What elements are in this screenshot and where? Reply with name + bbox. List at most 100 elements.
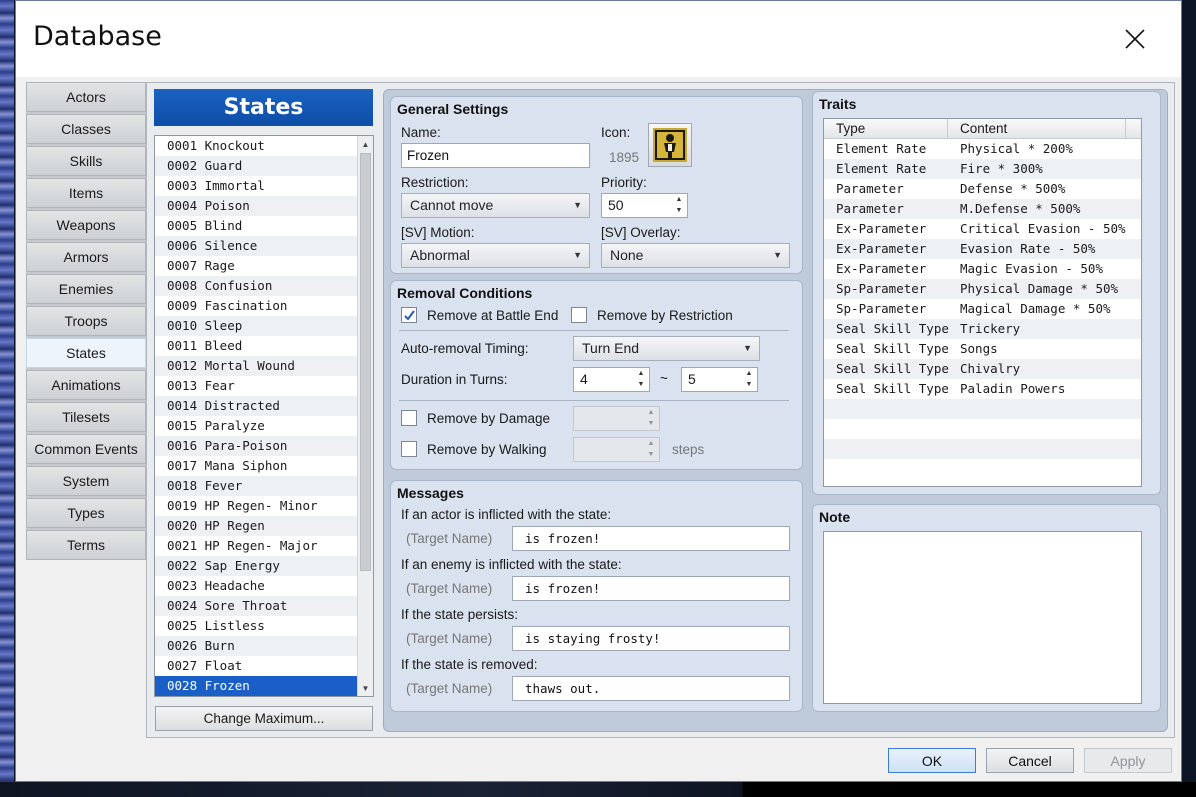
state-list-item[interactable]: 0007 Rage bbox=[155, 256, 373, 276]
list-scrollbar[interactable]: ▲ ▼ bbox=[357, 136, 373, 696]
duration-min-spinner[interactable]: 4 ▲ ▼ bbox=[573, 367, 650, 392]
category-states[interactable]: States bbox=[26, 338, 146, 368]
category-enemies[interactable]: Enemies bbox=[26, 274, 146, 304]
name-input[interactable]: Frozen bbox=[401, 143, 590, 168]
note-textarea[interactable] bbox=[823, 531, 1142, 704]
state-list-item[interactable]: 0020 HP Regen bbox=[155, 516, 373, 536]
trait-row[interactable]: Ex-Parameter Magic Evasion - 50% bbox=[824, 259, 1141, 279]
scroll-down-icon[interactable]: ▼ bbox=[358, 680, 373, 696]
close-button[interactable] bbox=[1115, 21, 1155, 57]
state-list-item[interactable]: 0015 Paralyze bbox=[155, 416, 373, 436]
state-icon-picker[interactable] bbox=[648, 123, 692, 167]
state-list-item[interactable]: 0012 Mortal Wound bbox=[155, 356, 373, 376]
trait-row[interactable]: Seal Skill Type Paladin Powers bbox=[824, 379, 1141, 399]
trait-content-cell: Physical Damage * 50% bbox=[960, 281, 1119, 296]
state-list-item[interactable]: 0024 Sore Throat bbox=[155, 596, 373, 616]
editor-panel: General Settings Name: Frozen Icon: 1895… bbox=[383, 89, 1168, 732]
trait-row[interactable] bbox=[824, 459, 1141, 479]
state-list-item[interactable]: 0003 Immortal bbox=[155, 176, 373, 196]
message-input[interactable]: is staying frosty! bbox=[512, 626, 790, 651]
cancel-button[interactable]: Cancel bbox=[986, 748, 1074, 773]
state-list-item[interactable]: 0011 Bleed bbox=[155, 336, 373, 356]
category-types[interactable]: Types bbox=[26, 498, 146, 528]
trait-row[interactable] bbox=[824, 439, 1141, 459]
trait-row[interactable]: Parameter M.Defense * 500% bbox=[824, 199, 1141, 219]
state-list-item[interactable]: 0023 Headache bbox=[155, 576, 373, 596]
state-list-item[interactable]: 0004 Poison bbox=[155, 196, 373, 216]
category-classes[interactable]: Classes bbox=[26, 114, 146, 144]
trait-row[interactable]: Seal Skill Type Songs bbox=[824, 339, 1141, 359]
state-list-item[interactable]: 0005 Blind bbox=[155, 216, 373, 236]
state-list-item[interactable]: 0014 Distracted bbox=[155, 396, 373, 416]
state-list-item[interactable]: 0001 Knockout bbox=[155, 136, 373, 156]
duration-max-spinner[interactable]: 5 ▲ ▼ bbox=[681, 367, 758, 392]
walking-spinner[interactable]: ▲ ▼ bbox=[573, 437, 660, 462]
spinner-arrows-icon[interactable]: ▲ ▼ bbox=[744, 370, 754, 389]
state-list-item[interactable]: 0013 Fear bbox=[155, 376, 373, 396]
category-armors[interactable]: Armors bbox=[26, 242, 146, 272]
check-icon bbox=[404, 310, 415, 321]
traits-table[interactable]: Type Content Element Rate Physical * 200%… bbox=[823, 118, 1142, 487]
message-input[interactable]: thaws out. bbox=[512, 676, 790, 701]
walking-checkbox[interactable] bbox=[401, 441, 417, 457]
trait-row[interactable]: Sp-Parameter Physical Damage * 50% bbox=[824, 279, 1141, 299]
state-list-item[interactable]: 0022 Sap Energy bbox=[155, 556, 373, 576]
trait-row[interactable]: Sp-Parameter Magical Damage * 50% bbox=[824, 299, 1141, 319]
trait-row[interactable]: Parameter Defense * 500% bbox=[824, 179, 1141, 199]
message-input[interactable]: is frozen! bbox=[512, 576, 790, 601]
state-list-item[interactable]: 0025 Listless bbox=[155, 616, 373, 636]
state-list-item[interactable]: 0018 Fever bbox=[155, 476, 373, 496]
scroll-up-icon[interactable]: ▲ bbox=[358, 136, 373, 152]
motion-select[interactable]: Abnormal ▼ bbox=[401, 243, 590, 268]
category-troops[interactable]: Troops bbox=[26, 306, 146, 336]
trait-row[interactable]: Element Rate Physical * 200% bbox=[824, 139, 1141, 159]
trait-row[interactable] bbox=[824, 399, 1141, 419]
restriction-checkbox[interactable] bbox=[571, 307, 587, 323]
category-tilesets[interactable]: Tilesets bbox=[26, 402, 146, 432]
spinner-arrows-icon[interactable]: ▲ ▼ bbox=[636, 370, 646, 389]
state-list-item[interactable]: 0019 HP Regen- Minor bbox=[155, 496, 373, 516]
category-weapons[interactable]: Weapons bbox=[26, 210, 146, 240]
category-animations[interactable]: Animations bbox=[26, 370, 146, 400]
trait-row[interactable] bbox=[824, 419, 1141, 439]
category-skills[interactable]: Skills bbox=[26, 146, 146, 176]
state-list-item[interactable]: 0017 Mana Siphon bbox=[155, 456, 373, 476]
spinner-arrows-icon[interactable]: ▲ ▼ bbox=[674, 196, 684, 215]
category-system[interactable]: System bbox=[26, 466, 146, 496]
state-list-item[interactable]: 0027 Float bbox=[155, 656, 373, 676]
battle-end-checkbox[interactable] bbox=[401, 307, 417, 323]
trait-row[interactable]: Element Rate Fire * 300% bbox=[824, 159, 1141, 179]
timing-select[interactable]: Turn End ▼ bbox=[573, 336, 760, 361]
overlay-select[interactable]: None ▼ bbox=[601, 243, 790, 268]
state-list-item[interactable]: 0026 Burn bbox=[155, 636, 373, 656]
state-list-item[interactable]: 0016 Para-Poison bbox=[155, 436, 373, 456]
message-input[interactable]: is frozen! bbox=[512, 526, 790, 551]
state-list-item[interactable]: 0008 Confusion bbox=[155, 276, 373, 296]
state-list-item[interactable]: 0028 Frozen bbox=[155, 676, 373, 696]
message-label: If the state is removed: bbox=[401, 657, 538, 672]
traits-content-header[interactable]: Content bbox=[948, 119, 1126, 138]
change-maximum-button[interactable]: Change Maximum... bbox=[155, 706, 373, 731]
apply-button[interactable]: Apply bbox=[1084, 748, 1172, 773]
scroll-thumb[interactable] bbox=[360, 153, 371, 571]
category-common-events[interactable]: Common Events bbox=[26, 434, 146, 464]
state-list-item[interactable]: 0010 Sleep bbox=[155, 316, 373, 336]
trait-row[interactable]: Seal Skill Type Trickery bbox=[824, 319, 1141, 339]
trait-row[interactable]: Ex-Parameter Evasion Rate - 50% bbox=[824, 239, 1141, 259]
trait-row[interactable]: Ex-Parameter Critical Evasion - 50% bbox=[824, 219, 1141, 239]
state-list-item[interactable]: 0021 HP Regen- Major bbox=[155, 536, 373, 556]
damage-checkbox[interactable] bbox=[401, 410, 417, 426]
category-actors[interactable]: Actors bbox=[26, 82, 146, 112]
traits-type-header[interactable]: Type bbox=[824, 119, 948, 138]
category-terms[interactable]: Terms bbox=[26, 530, 146, 560]
category-items[interactable]: Items bbox=[26, 178, 146, 208]
restriction-select[interactable]: Cannot move ▼ bbox=[401, 193, 590, 218]
ok-button[interactable]: OK bbox=[888, 748, 976, 773]
state-list-item[interactable]: 0009 Fascination bbox=[155, 296, 373, 316]
state-list[interactable]: 0001 Knockout 0002 Guard 0003 Immortal 0004… bbox=[154, 135, 374, 697]
state-list-item[interactable]: 0002 Guard bbox=[155, 156, 373, 176]
priority-spinner[interactable]: 50 ▲ ▼ bbox=[601, 193, 688, 218]
state-list-item[interactable]: 0006 Silence bbox=[155, 236, 373, 256]
trait-row[interactable]: Seal Skill Type Chivalry bbox=[824, 359, 1141, 379]
damage-spinner[interactable]: ▲ ▼ bbox=[573, 406, 660, 431]
